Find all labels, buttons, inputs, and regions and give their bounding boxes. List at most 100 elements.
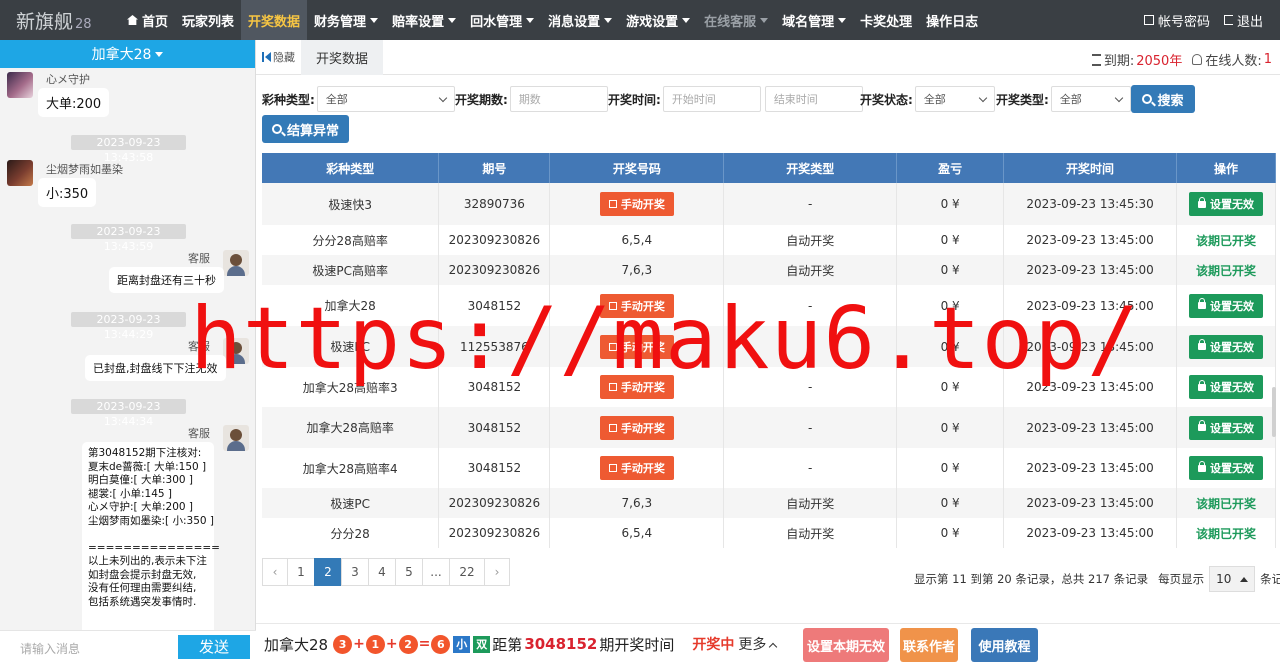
- result-ball: 3: [333, 634, 353, 654]
- cell-number: 手动开奖: [549, 367, 725, 407]
- page-prev[interactable]: ‹: [262, 558, 288, 586]
- send-button[interactable]: 发送: [178, 635, 250, 659]
- chat-messages[interactable]: 心メ守护 大单:200 2023-09-23 13:43:58 尘烟梦雨如墨染 …: [0, 68, 256, 630]
- nav-domain[interactable]: 域名管理: [775, 0, 853, 40]
- page-5[interactable]: 5: [395, 558, 423, 586]
- cell-profit: 0 ¥: [896, 367, 1005, 407]
- set-invalid-row-button[interactable]: 设置无效: [1189, 456, 1263, 480]
- set-invalid-row-button[interactable]: 设置无效: [1189, 415, 1263, 440]
- cell-number: 7,6,3: [549, 255, 725, 285]
- page-1[interactable]: 1: [287, 558, 315, 586]
- page-3[interactable]: 3: [341, 558, 369, 586]
- nav-lottery-data[interactable]: 开奖数据: [241, 0, 308, 40]
- contact-author-button[interactable]: 联系作者: [900, 628, 958, 662]
- table-row: 极速PC高赔率 202309230826 7,6,3 自动开奖 0 ¥2023-09-2…: [262, 255, 1276, 285]
- nav-rebate[interactable]: 回水管理: [463, 0, 541, 40]
- scrollbar-thumb[interactable]: [1272, 387, 1276, 437]
- main-content: 隐藏 开奖数据 到期: 2050年 在线人数: 1 彩种类型: 全部 开奖期数:…: [256, 39, 1280, 664]
- tutorial-button[interactable]: 使用教程: [971, 628, 1038, 662]
- chevron-up-icon: [769, 642, 778, 652]
- manual-draw-button[interactable]: 手动开奖: [599, 334, 674, 359]
- col-period[interactable]: 期号: [438, 153, 551, 183]
- period-input[interactable]: 期数: [509, 86, 608, 112]
- search-button[interactable]: 搜索: [1131, 85, 1195, 113]
- chevron-down-icon: [978, 93, 988, 102]
- nav-account-password[interactable]: 帐号密码: [1137, 0, 1217, 40]
- message-bubble: 小:350: [38, 178, 97, 207]
- table-header-row: 彩种类型 期号 开奖号码 开奖类型 盈亏 开奖时间 操作: [262, 153, 1276, 183]
- page-2[interactable]: 2: [314, 558, 342, 586]
- page-next[interactable]: ›: [484, 558, 510, 586]
- table-row: 极速PC 202309230826 7,6,3 自动开奖 0 ¥2023-09-23 1…: [262, 488, 1276, 518]
- manual-draw-button[interactable]: 手动开奖: [599, 415, 674, 440]
- set-invalid-row-button[interactable]: 设置无效: [1189, 375, 1263, 399]
- manual-draw-button[interactable]: 手动开奖: [599, 375, 674, 399]
- per-page-select[interactable]: 10: [1209, 566, 1256, 592]
- tab-lottery-data[interactable]: 开奖数据: [301, 39, 383, 75]
- period-label: 开奖期数:: [455, 92, 508, 107]
- end-time-input[interactable]: 结束时间: [764, 86, 863, 112]
- chat-input[interactable]: 请输入消息: [20, 640, 80, 657]
- cell-number: 手动开奖: [549, 183, 725, 225]
- settle-error-button[interactable]: 结算异常: [262, 115, 349, 143]
- set-invalid-button[interactable]: 设置本期无效: [803, 628, 889, 662]
- nav-logout[interactable]: 退出: [1217, 0, 1270, 40]
- message-bubble-multiline: 第3048152期下注核对: 夏末de蔷薇:[ 大单:150 ] 明白莫僮:[ …: [82, 442, 220, 630]
- col-draw-time[interactable]: 开奖时间: [1003, 153, 1177, 183]
- cell-number: 6,5,4: [549, 518, 725, 548]
- nav-message[interactable]: 消息设置: [541, 0, 619, 40]
- cell-number: 手动开奖: [549, 407, 725, 448]
- set-invalid-row-button[interactable]: 设置无效: [1189, 334, 1263, 359]
- page-4[interactable]: 4: [368, 558, 396, 586]
- nav-home[interactable]: 首页: [120, 0, 175, 40]
- cell-action: 设置无效: [1176, 326, 1276, 367]
- caret-up-icon: [1240, 576, 1249, 582]
- nav-player-list[interactable]: 玩家列表: [175, 0, 241, 40]
- caret-down-icon: [370, 17, 379, 23]
- cell-number: 手动开奖: [549, 285, 725, 326]
- page-22[interactable]: 22: [449, 558, 485, 586]
- manual-draw-button[interactable]: 手动开奖: [599, 456, 674, 480]
- col-draw-type[interactable]: 开奖类型: [723, 153, 898, 183]
- draw-type-select[interactable]: 全部: [1050, 86, 1131, 112]
- col-lottery-type[interactable]: 彩种类型: [262, 153, 440, 183]
- current-game: 加拿大28: [264, 635, 329, 654]
- cell-profit: 0 ¥: [896, 225, 1005, 255]
- cell-draw-type: 自动开奖: [723, 255, 898, 285]
- edit-icon: [608, 301, 617, 310]
- hourglass-icon: [1091, 53, 1101, 66]
- manual-draw-button[interactable]: 手动开奖: [599, 192, 674, 216]
- tab-bar: 隐藏 开奖数据 到期: 2050年 在线人数: 1: [256, 39, 1280, 75]
- cell-draw-time: 2023-09-23 13:45:00: [1003, 407, 1177, 448]
- more-link[interactable]: 更多: [738, 634, 778, 654]
- countdown-period: 3048152: [524, 635, 598, 653]
- col-number[interactable]: 开奖号码: [549, 153, 725, 183]
- set-invalid-row-button[interactable]: 设置无效: [1189, 192, 1263, 216]
- cell-number: 7,6,3: [549, 488, 725, 518]
- start-time-input[interactable]: 开始时间: [662, 86, 761, 112]
- nav-odds[interactable]: 赔率设置: [385, 0, 463, 40]
- result-ball: 2: [398, 634, 418, 654]
- cell-lottery-type: 分分28高赔率: [262, 225, 440, 255]
- col-action[interactable]: 操作: [1176, 153, 1276, 183]
- set-invalid-row-button[interactable]: 设置无效: [1189, 293, 1263, 318]
- nav-operation-log[interactable]: 操作日志: [919, 0, 985, 40]
- nav-card-prize[interactable]: 卡奖处理: [853, 0, 919, 40]
- nav-finance[interactable]: 财务管理: [307, 0, 385, 40]
- col-profit[interactable]: 盈亏: [896, 153, 1005, 183]
- draw-status-select[interactable]: 全部: [914, 86, 995, 112]
- chevron-down-icon: [1114, 93, 1124, 102]
- chat-room-selector[interactable]: 加拿大28: [0, 40, 255, 68]
- cell-period: 112553876: [438, 326, 551, 367]
- manual-draw-button[interactable]: 手动开奖: [599, 293, 674, 318]
- cell-profit: 0 ¥: [896, 326, 1005, 367]
- cell-draw-type: -: [723, 326, 898, 367]
- top-nav: 新旗舰 28 首页 玩家列表 开奖数据 财务管理 赔率设置 回水管理 消息设置 游…: [0, 0, 1280, 40]
- nav-online-service[interactable]: 在线客服: [697, 0, 775, 40]
- edit-icon: [608, 423, 617, 432]
- nav-game[interactable]: 游戏设置: [619, 0, 697, 40]
- lottery-type-select[interactable]: 全部: [316, 86, 455, 112]
- edit-icon: [608, 342, 617, 351]
- brand-logo: 新旗舰 28: [0, 7, 120, 34]
- hide-sidebar-button[interactable]: 隐藏: [256, 40, 301, 75]
